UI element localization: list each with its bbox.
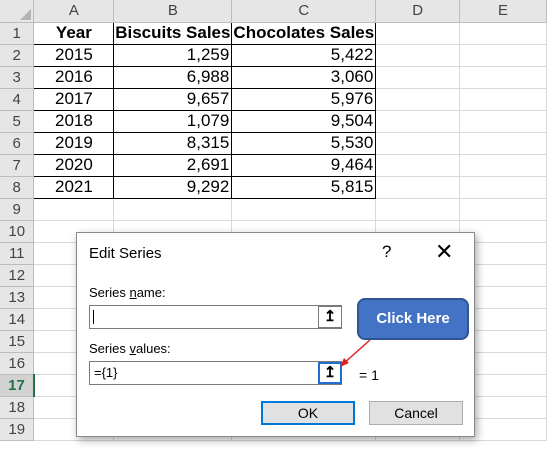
row-header[interactable]: 14 [0, 308, 35, 331]
row-header[interactable]: 15 [0, 330, 35, 353]
year-cell[interactable]: 2019 [33, 131, 115, 155]
chocolates-cell[interactable]: 9,504 [231, 109, 377, 133]
empty-cell[interactable] [375, 110, 461, 133]
biscuits-cell[interactable]: 9,292 [113, 175, 233, 199]
column-header-b[interactable]: B [113, 0, 233, 23]
header-cell-chocolates[interactable]: Chocolates Sales [231, 21, 377, 45]
year-cell[interactable]: 2021 [33, 175, 115, 199]
empty-cell[interactable] [459, 198, 547, 221]
empty-cell[interactable] [375, 198, 461, 221]
empty-cell[interactable] [459, 44, 547, 67]
chocolates-cell[interactable]: 5,530 [231, 131, 377, 155]
series-values-input[interactable]: ={1} [89, 361, 342, 385]
row-header[interactable]: 12 [0, 264, 35, 287]
chocolates-cell[interactable]: 5,815 [231, 175, 377, 199]
row-header[interactable]: 1 [0, 22, 35, 45]
row-header[interactable]: 4 [0, 88, 35, 111]
row-header-selected[interactable]: 17 [0, 374, 35, 397]
series-values-result: = 1 [359, 367, 379, 383]
row-header[interactable]: 19 [0, 418, 35, 441]
empty-cell[interactable] [113, 198, 233, 221]
empty-cell[interactable] [33, 198, 115, 221]
dialog-title: Edit Series [89, 245, 162, 262]
chocolates-cell[interactable]: 5,976 [231, 87, 377, 111]
chocolates-cell[interactable]: 5,422 [231, 43, 377, 67]
column-header-a[interactable]: A [33, 0, 115, 23]
select-all-corner[interactable] [0, 0, 35, 23]
year-cell[interactable]: 2018 [33, 109, 115, 133]
row-header[interactable]: 2 [0, 44, 35, 67]
text-caret [93, 310, 94, 324]
empty-cell[interactable] [459, 66, 547, 89]
biscuits-cell[interactable]: 9,657 [113, 87, 233, 111]
empty-cell[interactable] [375, 66, 461, 89]
empty-cell[interactable] [459, 176, 547, 199]
close-icon[interactable]: ✕ [435, 239, 453, 265]
empty-cell[interactable] [459, 110, 547, 133]
row-header[interactable]: 13 [0, 286, 35, 309]
header-cell-year[interactable]: Year [33, 21, 115, 45]
series-name-label: Series name: [89, 285, 166, 300]
biscuits-cell[interactable]: 2,691 [113, 153, 233, 177]
collapse-dialog-icon[interactable]: ↥ [318, 362, 342, 384]
chocolates-cell[interactable]: 9,464 [231, 153, 377, 177]
header-cell-biscuits[interactable]: Biscuits Sales [113, 21, 233, 45]
year-cell[interactable]: 2015 [33, 43, 115, 67]
series-name-input[interactable] [89, 305, 342, 329]
year-cell[interactable]: 2016 [33, 65, 115, 89]
biscuits-cell[interactable]: 6,988 [113, 65, 233, 89]
biscuits-cell[interactable]: 8,315 [113, 131, 233, 155]
empty-cell[interactable] [375, 44, 461, 67]
chocolates-cell[interactable]: 3,060 [231, 65, 377, 89]
row-header[interactable]: 10 [0, 220, 35, 243]
row-header[interactable]: 11 [0, 242, 35, 265]
empty-cell[interactable] [459, 154, 547, 177]
row-header[interactable]: 16 [0, 352, 35, 375]
empty-cell[interactable] [459, 22, 547, 45]
row-header[interactable]: 9 [0, 198, 35, 221]
column-header-c[interactable]: C [231, 0, 377, 23]
row-header[interactable]: 3 [0, 66, 35, 89]
column-header-e[interactable]: E [459, 0, 547, 23]
empty-cell[interactable] [375, 132, 461, 155]
empty-cell[interactable] [231, 198, 377, 221]
empty-cell[interactable] [375, 176, 461, 199]
ok-button[interactable]: OK [261, 401, 355, 425]
collapse-dialog-icon[interactable]: ↥ [318, 306, 342, 328]
empty-cell[interactable] [375, 88, 461, 111]
row-header[interactable]: 18 [0, 396, 35, 419]
row-header[interactable]: 7 [0, 154, 35, 177]
empty-cell[interactable] [375, 154, 461, 177]
year-cell[interactable]: 2017 [33, 87, 115, 111]
cancel-button[interactable]: Cancel [369, 401, 463, 425]
empty-cell[interactable] [375, 22, 461, 45]
empty-cell[interactable] [459, 132, 547, 155]
column-header-d[interactable]: D [375, 0, 461, 23]
row-header[interactable]: 8 [0, 176, 35, 199]
help-button[interactable]: ? [382, 242, 391, 262]
empty-cell[interactable] [459, 88, 547, 111]
series-values-label: Series values: [89, 341, 171, 356]
row-header[interactable]: 5 [0, 110, 35, 133]
year-cell[interactable]: 2020 [33, 153, 115, 177]
series-values-value: ={1} [94, 365, 118, 380]
row-header[interactable]: 6 [0, 132, 35, 155]
click-here-callout: Click Here [357, 298, 469, 340]
biscuits-cell[interactable]: 1,259 [113, 43, 233, 67]
biscuits-cell[interactable]: 1,079 [113, 109, 233, 133]
